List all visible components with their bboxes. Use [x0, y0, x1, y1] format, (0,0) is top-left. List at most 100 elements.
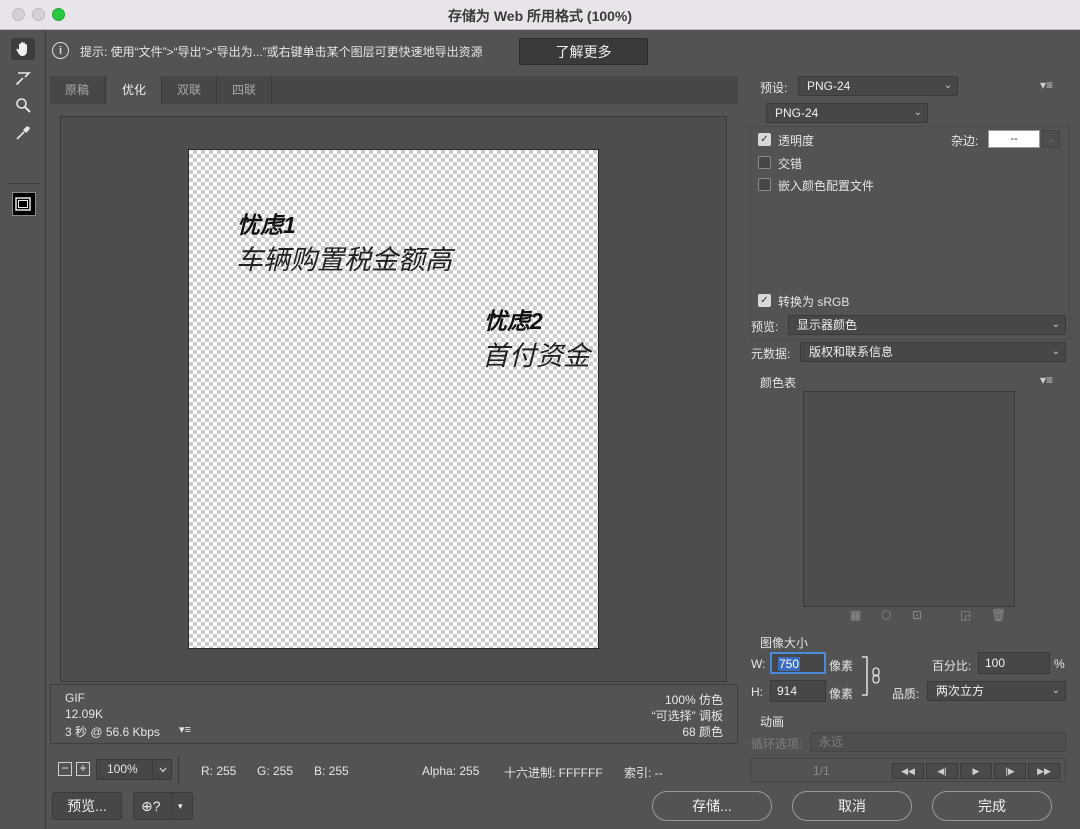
delete-color-icon[interactable]: 🗑 — [991, 608, 1006, 622]
height-label: H: — [751, 685, 763, 699]
preview-value: 显示器颜色 — [797, 318, 858, 332]
embed-profile-checkbox[interactable] — [758, 178, 771, 191]
preset-select[interactable]: PNG-24 ⌄ — [798, 76, 958, 96]
slice-select-tool-icon[interactable] — [11, 67, 35, 89]
chevron-down-icon: ⌄ — [1051, 346, 1060, 357]
info-size: 12.09K — [65, 707, 104, 721]
learn-more-button[interactable]: 了解更多 — [519, 38, 648, 65]
matte-label: 杂边: — [951, 134, 979, 148]
percent-sign: % — [1054, 657, 1065, 671]
optimization-info: GIF 12.09K 3 秒 @ 56.6 Kbps ▾≡ 100% 仿色 “可… — [50, 684, 738, 744]
map-to-transparent-icon[interactable]: ▦ — [850, 608, 861, 622]
transparency-label: 透明度 — [778, 134, 815, 148]
cancel-button[interactable]: 取消 — [792, 791, 912, 821]
hint-text: 提示: 使用“文件”>“导出”>“导出为...”或右键单击某个图层可更快速地导出… — [80, 45, 483, 59]
preview-button[interactable]: 预览... — [52, 792, 122, 820]
globe-icon: ⊕? — [141, 797, 161, 814]
chevron-down-icon: ▾ — [178, 800, 183, 811]
save-button[interactable]: 存储... — [652, 791, 772, 821]
settings-menu-icon[interactable]: ▾≡ — [1040, 78, 1053, 92]
interlaced-label: 交错 — [778, 157, 803, 171]
readout-hex: 十六进制: FFFFFF — [504, 766, 603, 780]
toggle-slices-icon[interactable] — [11, 193, 35, 215]
play-icon: ▶ — [960, 763, 992, 779]
web-shift-icon[interactable]: ⬡ — [881, 608, 891, 622]
info-colors: 68 颜色 — [682, 725, 723, 739]
animation-controls: 1/1 ◀◀ ◀| ▶ |▶ ▶▶ — [750, 758, 1066, 782]
window-title: 存储为 Web 所用格式 (100%) — [447, 8, 633, 24]
chevron-down-icon: ⌄ — [913, 107, 922, 118]
quality-value: 两次立方 — [936, 684, 985, 698]
tool-strip — [0, 30, 46, 829]
zoom-in-button[interactable]: + — [76, 762, 90, 776]
info-dither: 100% 仿色 — [664, 693, 723, 707]
convert-srgb-label: 转换为 sRGB — [778, 295, 850, 309]
tab-original[interactable]: 原稿 — [50, 76, 106, 104]
readout-index: 索引: -- — [624, 766, 663, 780]
preview-label: 预览: — [751, 320, 779, 334]
worry1-text: 车辆购置税金额高 — [236, 245, 452, 275]
tab-2-up[interactable]: 双联 — [162, 76, 218, 104]
interlaced-checkbox[interactable] — [758, 156, 771, 169]
info-download-time: 3 秒 @ 56.6 Kbps — [65, 725, 160, 739]
hint-bar: i 提示: 使用“文件”>“导出”>“导出为...”或右键单击某个图层可更快速地… — [46, 30, 746, 72]
preset-value: PNG-24 — [807, 79, 851, 93]
tab-optimized[interactable]: 优化 — [107, 76, 163, 104]
first-frame-icon: ◀◀ — [892, 763, 924, 779]
tab-4-up[interactable]: 四联 — [217, 76, 273, 104]
chevron-down-icon: ⌄ — [1051, 685, 1060, 696]
zoom-out-button[interactable]: − — [58, 762, 72, 776]
chevron-down-icon[interactable] — [152, 759, 172, 780]
done-button[interactable]: 完成 — [932, 791, 1052, 821]
worry2-title: 忧虑2 — [484, 308, 543, 334]
link-constraint-icon[interactable] — [860, 656, 884, 696]
image-preview[interactable]: 忧虑1 车辆购置税金额高 忧虑2 首付资金 — [188, 149, 599, 649]
last-frame-icon: ▶▶ — [1028, 763, 1060, 779]
matte-dropdown-icon[interactable]: ⌄ — [1042, 130, 1060, 148]
info-icon: i — [52, 42, 69, 59]
transparency-checkbox[interactable]: ✓ — [758, 133, 771, 146]
hand-tool-icon[interactable] — [11, 38, 35, 60]
width-unit: 像素 — [829, 659, 854, 673]
color-table[interactable] — [803, 391, 1015, 607]
percent-label: 百分比: — [932, 659, 972, 673]
matte-swatch[interactable]: -- — [988, 130, 1040, 148]
browser-preview-button[interactable]: ⊕? ▾ — [133, 792, 193, 820]
readout-g: G: 255 — [257, 764, 294, 778]
format-select[interactable]: PNG-24 ⌄ — [766, 103, 928, 123]
convert-srgb-checkbox[interactable]: ✓ — [758, 294, 771, 307]
metadata-select[interactable]: 版权和联系信息 ⌄ — [800, 342, 1066, 362]
tool-divider — [8, 183, 40, 184]
readout-r: R: 255 — [201, 764, 237, 778]
width-value: 750 — [778, 657, 801, 671]
settings-panel: 预设: PNG-24 ⌄ ▾≡ PNG-24 ⌄ ✓ 透明度 杂边: -- ⌄ 交错… — [746, 72, 1080, 782]
info-format: GIF — [65, 691, 85, 705]
view-tabs: 原稿 优化 双联 四联 — [50, 76, 738, 104]
worry2-text: 首付资金 — [482, 341, 590, 371]
quality-label: 品质: — [892, 687, 920, 701]
preview-select[interactable]: 显示器颜色 ⌄ — [788, 315, 1066, 335]
download-speed-menu-icon[interactable]: ▾≡ — [179, 723, 191, 736]
new-color-icon[interactable]: ◲ — [960, 608, 971, 622]
chevron-down-icon: ⌄ — [943, 80, 952, 91]
lock-color-icon[interactable]: ⊡ — [912, 608, 922, 622]
height-input[interactable]: 914 — [770, 680, 826, 702]
width-label: W: — [751, 657, 766, 671]
color-table-menu-icon[interactable]: ▾≡ — [1040, 373, 1053, 387]
width-input[interactable]: 750 — [770, 652, 826, 674]
readout-alpha: Alpha: 255 — [422, 764, 480, 778]
image-size-label: 图像大小 — [760, 636, 809, 650]
quality-select[interactable]: 两次立方 ⌄ — [927, 681, 1066, 701]
format-value: PNG-24 — [775, 106, 819, 120]
zoom-tool-icon[interactable] — [11, 94, 35, 116]
eyedropper-tool-icon[interactable] — [11, 122, 35, 144]
percent-input[interactable]: 100 — [978, 652, 1050, 674]
embed-profile-label: 嵌入颜色配置文件 — [778, 179, 875, 193]
pixel-readout: R: 255 G: 255 B: 255 Alpha: 255 十六进制: FF… — [178, 756, 738, 784]
loop-options-label: 循环选项: — [751, 737, 803, 751]
height-unit: 像素 — [829, 687, 854, 701]
preset-label: 预设: — [760, 81, 788, 95]
previous-frame-icon: ◀| — [926, 763, 958, 779]
chevron-down-icon: ⌄ — [1051, 319, 1060, 330]
title-bar: 存储为 Web 所用格式 (100%) — [0, 0, 1080, 30]
